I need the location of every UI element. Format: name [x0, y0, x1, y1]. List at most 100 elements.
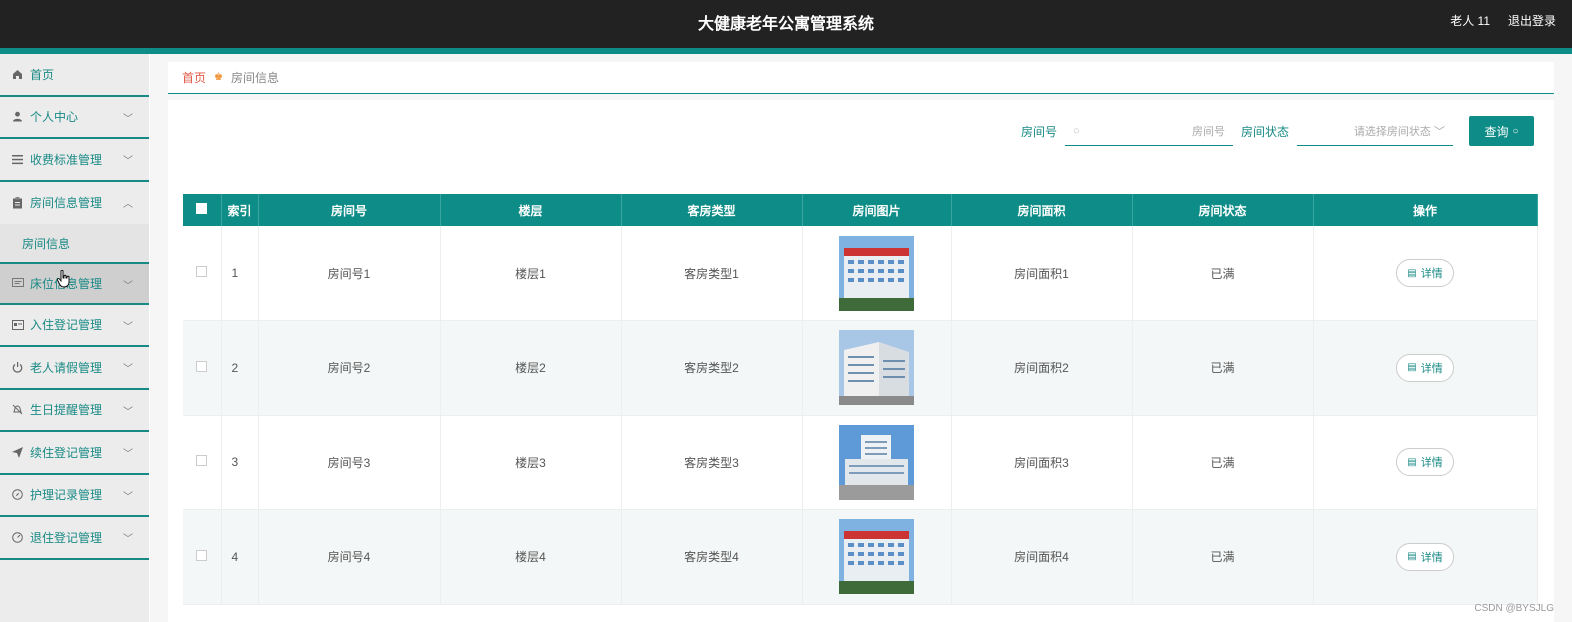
detail-button-label: 详情	[1420, 457, 1443, 470]
room-status-placeholder: 请选择房间状态 ﹀	[1353, 125, 1445, 138]
chevron-down-icon: ﹀	[123, 156, 133, 167]
room-type-cell: 客房类型1	[621, 226, 803, 321]
search-icon: ○	[1072, 124, 1080, 137]
column-header: 客房类型	[621, 194, 803, 226]
sidebar-item-label: 生日提醒管理	[30, 403, 103, 418]
search-icon: ○	[1512, 125, 1519, 137]
sidebar-item-bed-info[interactable]: 床位信息管理 ﹀	[0, 262, 149, 305]
sidebar-item-renewal[interactable]: 续住登记管理 ﹀	[0, 432, 149, 475]
floor-cell: 楼层2	[440, 320, 622, 416]
chevron-down-icon: ﹀	[123, 406, 133, 418]
floor-cell: 楼层1	[440, 226, 622, 321]
table-header: 索引 房间号 楼层 客房类型 房间图片 房间面积 房间状态 操作	[183, 194, 1538, 226]
room-image	[839, 330, 914, 406]
sidebar-item-checkout[interactable]: 退住登记管理 ﹀	[0, 517, 149, 560]
row-checkbox[interactable]	[196, 360, 208, 372]
content-panel: 房间号 ○ 房间号 房间状态 请选择房间状态 ﹀ 查询 ○ 索引 房间号 楼层 …	[168, 100, 1554, 622]
sidebar-item-label: 首页	[30, 67, 55, 82]
chevron-down-icon: ﹀	[123, 321, 133, 333]
room-area-cell: 房间面积4	[951, 509, 1133, 605]
sidebar-item-label: 房间信息管理	[30, 196, 103, 211]
sidebar-item-birthday[interactable]: 生日提醒管理 ﹀	[0, 390, 149, 432]
row-checkbox[interactable]	[196, 549, 208, 561]
room-number-input[interactable]: ○ 房间号	[1064, 116, 1233, 146]
room-area-cell: 房间面积2	[951, 320, 1133, 416]
select-all-checkbox[interactable]	[196, 203, 208, 214]
chevron-down-icon: ﹀	[123, 491, 133, 503]
row-checkbox[interactable]	[196, 266, 208, 277]
action-cell: ▤ 详情	[1313, 415, 1538, 510]
table-row: 2 房间号2 楼层2 客房类型2 房间面积2 已满 ▤ 详情	[183, 320, 1538, 416]
detail-button[interactable]: ▤ 详情	[1396, 353, 1454, 382]
chevron-down-icon: ﹀	[123, 364, 133, 375]
room-image	[839, 519, 914, 595]
room-status-label: 房间状态	[1240, 124, 1289, 139]
action-cell: ▤ 详情	[1313, 226, 1538, 321]
sidebar-item-label: 入住登记管理	[30, 318, 103, 333]
sidebar-item-label: 退住登记管理	[30, 530, 103, 545]
row-index: 3	[221, 415, 259, 510]
sidebar-item-leave[interactable]: 老人请假管理 ﹀	[0, 347, 149, 390]
room-type-cell: 客房类型3	[621, 415, 803, 510]
column-header: 楼层	[440, 194, 622, 226]
sidebar-item-nursing[interactable]: 护理记录管理 ﹀	[0, 475, 149, 517]
logout-link[interactable]: 退出登录	[1508, 12, 1556, 29]
detail-button[interactable]: ▤ 详情	[1396, 542, 1454, 571]
chevron-down-icon: ﹀	[123, 113, 133, 125]
sidebar-item-home[interactable]: 首页	[0, 54, 149, 97]
room-area-cell: 房间面积3	[951, 415, 1133, 510]
document-icon: ▤	[1407, 456, 1417, 468]
detail-button[interactable]: ▤ 详情	[1396, 259, 1454, 287]
sidebar: 首页 个人中心 ﹀ 收费标准管理 ﹀ 房间信息管理 ︿ 房间信息 床位信息管理 …	[0, 54, 149, 622]
card-icon	[11, 318, 24, 331]
sidebar-item-label: 续住登记管理	[30, 445, 103, 460]
sidebar-item-fee-standard[interactable]: 收费标准管理 ﹀	[0, 139, 149, 182]
sidebar-item-profile[interactable]: 个人中心 ﹀	[0, 97, 149, 139]
main-content: 首页 ♚ 房间信息 房间号 ○ 房间号 房间状态 请选择房间状态 ﹀ 查询 ○	[150, 54, 1572, 622]
room-status-cell: 已满	[1132, 226, 1314, 321]
column-header: 操作	[1313, 194, 1538, 226]
power-icon	[11, 361, 24, 374]
room-number-cell: 房间号4	[258, 509, 441, 605]
gauge-icon	[11, 531, 24, 544]
breadcrumb: 首页 ♚ 房间信息	[168, 62, 1554, 94]
room-image	[839, 235, 914, 311]
room-status-select[interactable]: 请选择房间状态 ﹀	[1297, 116, 1453, 146]
home-icon	[11, 68, 24, 81]
chevron-down-icon: ﹀	[123, 281, 133, 292]
room-image-cell	[802, 226, 952, 321]
chevron-down-icon: ﹀	[1434, 125, 1445, 138]
chevron-down-icon: ﹀	[123, 534, 133, 545]
breadcrumb-separator-icon: ♚	[214, 72, 223, 83]
clipboard-icon	[11, 196, 24, 209]
room-status-cell: 已满	[1132, 509, 1314, 605]
detail-button-label: 详情	[1420, 551, 1443, 564]
document-icon: ▤	[1407, 362, 1417, 374]
submenu-room-info[interactable]: 房间信息	[0, 224, 149, 262]
column-header: 索引	[221, 194, 259, 226]
row-checkbox[interactable]	[196, 455, 208, 467]
sidebar-item-label: 老人请假管理	[30, 360, 103, 375]
message-icon	[11, 277, 24, 290]
query-button[interactable]: 查询 ○	[1469, 116, 1534, 146]
chevron-up-icon: ︿	[123, 198, 133, 210]
table-row: 1 房间号1 楼层1 客房类型1 房间面积1 已满 ▤ 详情	[183, 226, 1538, 321]
breadcrumb-home[interactable]: 首页	[182, 69, 206, 86]
compass-icon	[11, 488, 24, 501]
document-icon: ▤	[1407, 551, 1417, 563]
room-status-cell: 已满	[1132, 415, 1314, 510]
chevron-down-icon: ﹀	[123, 449, 133, 460]
sidebar-item-room-info[interactable]: 房间信息管理 ︿	[0, 182, 149, 225]
action-cell: ▤ 详情	[1313, 509, 1538, 605]
sidebar-item-checkin[interactable]: 入住登记管理 ﹀	[0, 305, 149, 347]
room-status-cell: 已满	[1132, 320, 1314, 416]
floor-cell: 楼层4	[440, 509, 622, 605]
column-header: 房间状态	[1132, 194, 1314, 226]
query-button-label: 查询	[1484, 124, 1509, 139]
action-cell: ▤ 详情	[1313, 320, 1538, 416]
room-number-placeholder: 房间号	[1191, 125, 1225, 138]
table-row: 4 房间号4 楼层4 客房类型4 房间面积4 已满 ▤ 详情	[183, 509, 1538, 605]
detail-button[interactable]: ▤ 详情	[1396, 448, 1454, 477]
hand-cursor-icon	[57, 270, 70, 288]
room-image-cell	[802, 415, 952, 510]
